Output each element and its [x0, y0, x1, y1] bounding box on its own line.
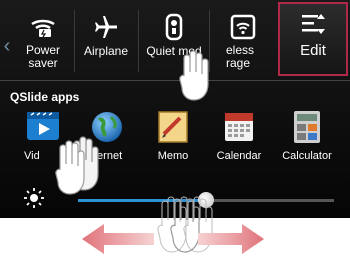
memo-label: Memo: [157, 150, 189, 162]
divider: [74, 10, 75, 72]
divider: [138, 10, 139, 72]
tap-gesture-hand-icon: [179, 50, 209, 101]
brightness-icon: [22, 186, 46, 215]
notification-panel: ‹ Power saver Airplane Quiet mod eless r…: [0, 0, 350, 218]
scroll-left-icon[interactable]: ‹: [0, 34, 14, 58]
arrow-left-icon: [82, 224, 154, 254]
wireless-storage-icon: [212, 14, 274, 40]
quick-settings-bar: ‹ Power saver Airplane Quiet mod eless r…: [0, 0, 350, 80]
calculator-icon: [274, 108, 340, 146]
calendar-label: Calendar: [216, 150, 262, 162]
wireless-storage-label: eless rage: [226, 43, 255, 70]
qslide-app-memo[interactable]: Memo: [140, 106, 206, 166]
section-divider: [0, 80, 350, 81]
calculator-label: Calculator: [282, 150, 332, 162]
power-saver-label: Power saver: [25, 43, 60, 70]
arrow-right-icon: [198, 224, 264, 254]
calendar-icon: [206, 108, 272, 146]
power-saver-toggle[interactable]: Power saver: [14, 0, 72, 80]
memo-icon: [140, 108, 206, 146]
qslide-app-calculator[interactable]: Calculator: [274, 106, 340, 166]
airplane-icon: [76, 14, 136, 40]
quiet-mode-icon: [140, 13, 208, 41]
edit-button[interactable]: Edit: [278, 2, 348, 76]
airplane-label: Airplane: [83, 44, 129, 58]
airplane-toggle[interactable]: Airplane: [76, 0, 136, 80]
edit-list-icon: [280, 12, 346, 36]
qslide-title: QSlide apps: [10, 90, 80, 104]
edit-label: Edit: [300, 42, 326, 59]
power-saver-icon: [14, 14, 72, 40]
qslide-app-calendar[interactable]: Calendar: [206, 106, 272, 166]
drag-gesture-hand-icon: [55, 136, 99, 195]
